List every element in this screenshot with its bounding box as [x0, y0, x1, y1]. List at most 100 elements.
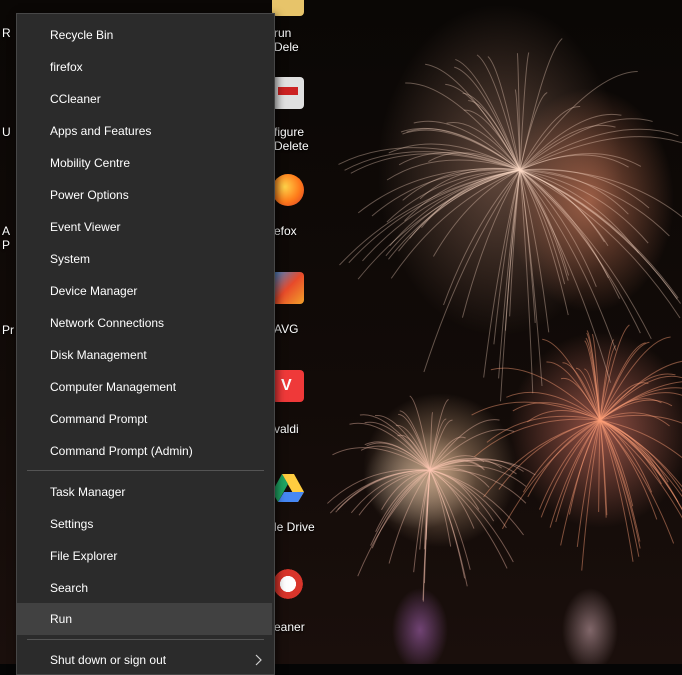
menu-item-label: Shut down or sign out	[50, 653, 167, 667]
firework-streak	[429, 469, 507, 529]
firework-streak	[519, 169, 649, 244]
firework-streak	[429, 469, 471, 570]
firework-streak	[402, 129, 521, 171]
menu-item-shut-down-or-sign-out[interactable]: Shut down or sign out	[17, 645, 272, 675]
firework-streak	[599, 345, 617, 421]
firework-streak	[455, 58, 521, 171]
firework-streak	[454, 66, 521, 171]
firework-streak	[519, 169, 652, 340]
firework-streak	[419, 469, 431, 550]
firework-streak	[338, 147, 521, 171]
firework-streak	[468, 99, 521, 171]
firework-streak	[398, 152, 521, 171]
firework-streak	[599, 419, 658, 520]
firework-streak	[599, 414, 682, 424]
firework-streak	[519, 169, 543, 387]
firework-streak	[599, 342, 646, 421]
run-icon	[272, 0, 304, 16]
menu-item-ccleaner[interactable]: CCleaner	[17, 84, 272, 114]
firework-streak	[405, 82, 521, 171]
firework-streak	[509, 169, 521, 317]
firework-streak	[519, 169, 569, 316]
firework-streak	[429, 469, 466, 579]
firework-streak	[519, 154, 629, 171]
firework-streak	[429, 469, 480, 510]
menu-item-file-explorer[interactable]: File Explorer	[17, 541, 272, 571]
desktop-label-fragment[interactable]: R	[2, 26, 11, 40]
firework-streak	[599, 387, 682, 421]
firework-streak	[409, 395, 431, 471]
desktop-label-fragment[interactable]: Pr	[2, 323, 14, 337]
firework-streak	[519, 169, 566, 285]
firework-streak	[364, 441, 431, 471]
menu-item-run[interactable]: Run	[17, 603, 272, 635]
firework-streak	[584, 340, 601, 421]
firework-streak	[490, 367, 601, 421]
firework-streak	[446, 122, 521, 171]
menu-item-recycle-bin[interactable]: Recycle Bin	[17, 20, 272, 50]
firework-streak	[429, 469, 495, 522]
firework-streak	[519, 169, 639, 253]
firework-streak	[364, 421, 431, 471]
firework-streak	[599, 419, 640, 557]
menu-item-network-connections[interactable]: Network Connections	[17, 308, 272, 338]
menu-item-computer-management[interactable]: Computer Management	[17, 372, 272, 402]
firework-streak	[429, 469, 524, 536]
firework-streak	[329, 469, 431, 514]
firework-streak	[388, 143, 521, 171]
desktop-label-fragment[interactable]: U	[2, 125, 11, 139]
firework-streak	[429, 469, 475, 529]
firework-streak	[516, 53, 521, 171]
firework-streak	[599, 392, 682, 421]
menu-item-apps-and-features[interactable]: Apps and Features	[17, 116, 272, 146]
menu-item-disk-management[interactable]: Disk Management	[17, 340, 272, 370]
firework-streak	[375, 469, 431, 533]
menu-item-power-options[interactable]: Power Options	[17, 180, 272, 210]
firework-streak	[471, 401, 601, 421]
firework-streak	[585, 337, 601, 421]
firework-streak	[433, 169, 521, 257]
firework-streak	[519, 169, 641, 334]
firework-streak	[429, 419, 500, 471]
menu-item-system[interactable]: System	[17, 244, 272, 274]
firework-streak	[429, 464, 527, 487]
firework-streak	[429, 469, 452, 547]
firework-streak	[560, 419, 601, 546]
firework-streak	[337, 469, 431, 511]
menu-item-search[interactable]: Search	[17, 573, 272, 603]
quick-link-menu: Recycle Bin firefox CCleaner Apps and Fe…	[16, 13, 275, 675]
firework-streak	[519, 92, 548, 171]
ccleaner-icon	[272, 568, 304, 600]
menu-item-command-prompt-admin[interactable]: Command Prompt (Admin)	[17, 436, 272, 466]
firework-streak	[349, 422, 431, 471]
firework-streak	[402, 167, 521, 201]
firework-streak	[519, 169, 629, 215]
firework-streak	[575, 367, 601, 421]
firework-streak	[599, 398, 662, 421]
menu-item-command-prompt[interactable]: Command Prompt	[17, 404, 272, 434]
menu-item-event-viewer[interactable]: Event Viewer	[17, 212, 272, 242]
firework-streak	[519, 124, 616, 171]
floppy-disk-icon	[272, 77, 304, 109]
menu-item-device-manager[interactable]: Device Manager	[17, 276, 272, 306]
firework-streak	[519, 153, 642, 171]
menu-item-settings[interactable]: Settings	[17, 509, 272, 539]
menu-item-mobility-centre[interactable]: Mobility Centre	[17, 148, 272, 178]
desktop-label-fragment[interactable]: A	[2, 224, 10, 238]
firework-streak	[399, 410, 431, 471]
firework-streak	[599, 336, 671, 421]
desktop-icon-label: Delete	[274, 139, 309, 153]
firework-streak	[522, 419, 601, 493]
menu-item-firefox[interactable]: firefox	[17, 52, 272, 82]
firework-streak	[519, 169, 605, 243]
firework-streak	[599, 419, 662, 485]
firework-streak	[425, 63, 521, 171]
desktop-label-fragment[interactable]: P	[2, 238, 10, 252]
avg-icon	[272, 272, 304, 304]
menu-item-task-manager[interactable]: Task Manager	[17, 477, 272, 507]
firework-streak	[599, 419, 682, 511]
firework-streak	[413, 469, 431, 573]
firework-streak	[388, 169, 521, 260]
firework-streak	[388, 469, 431, 564]
firework-streak	[398, 413, 431, 471]
